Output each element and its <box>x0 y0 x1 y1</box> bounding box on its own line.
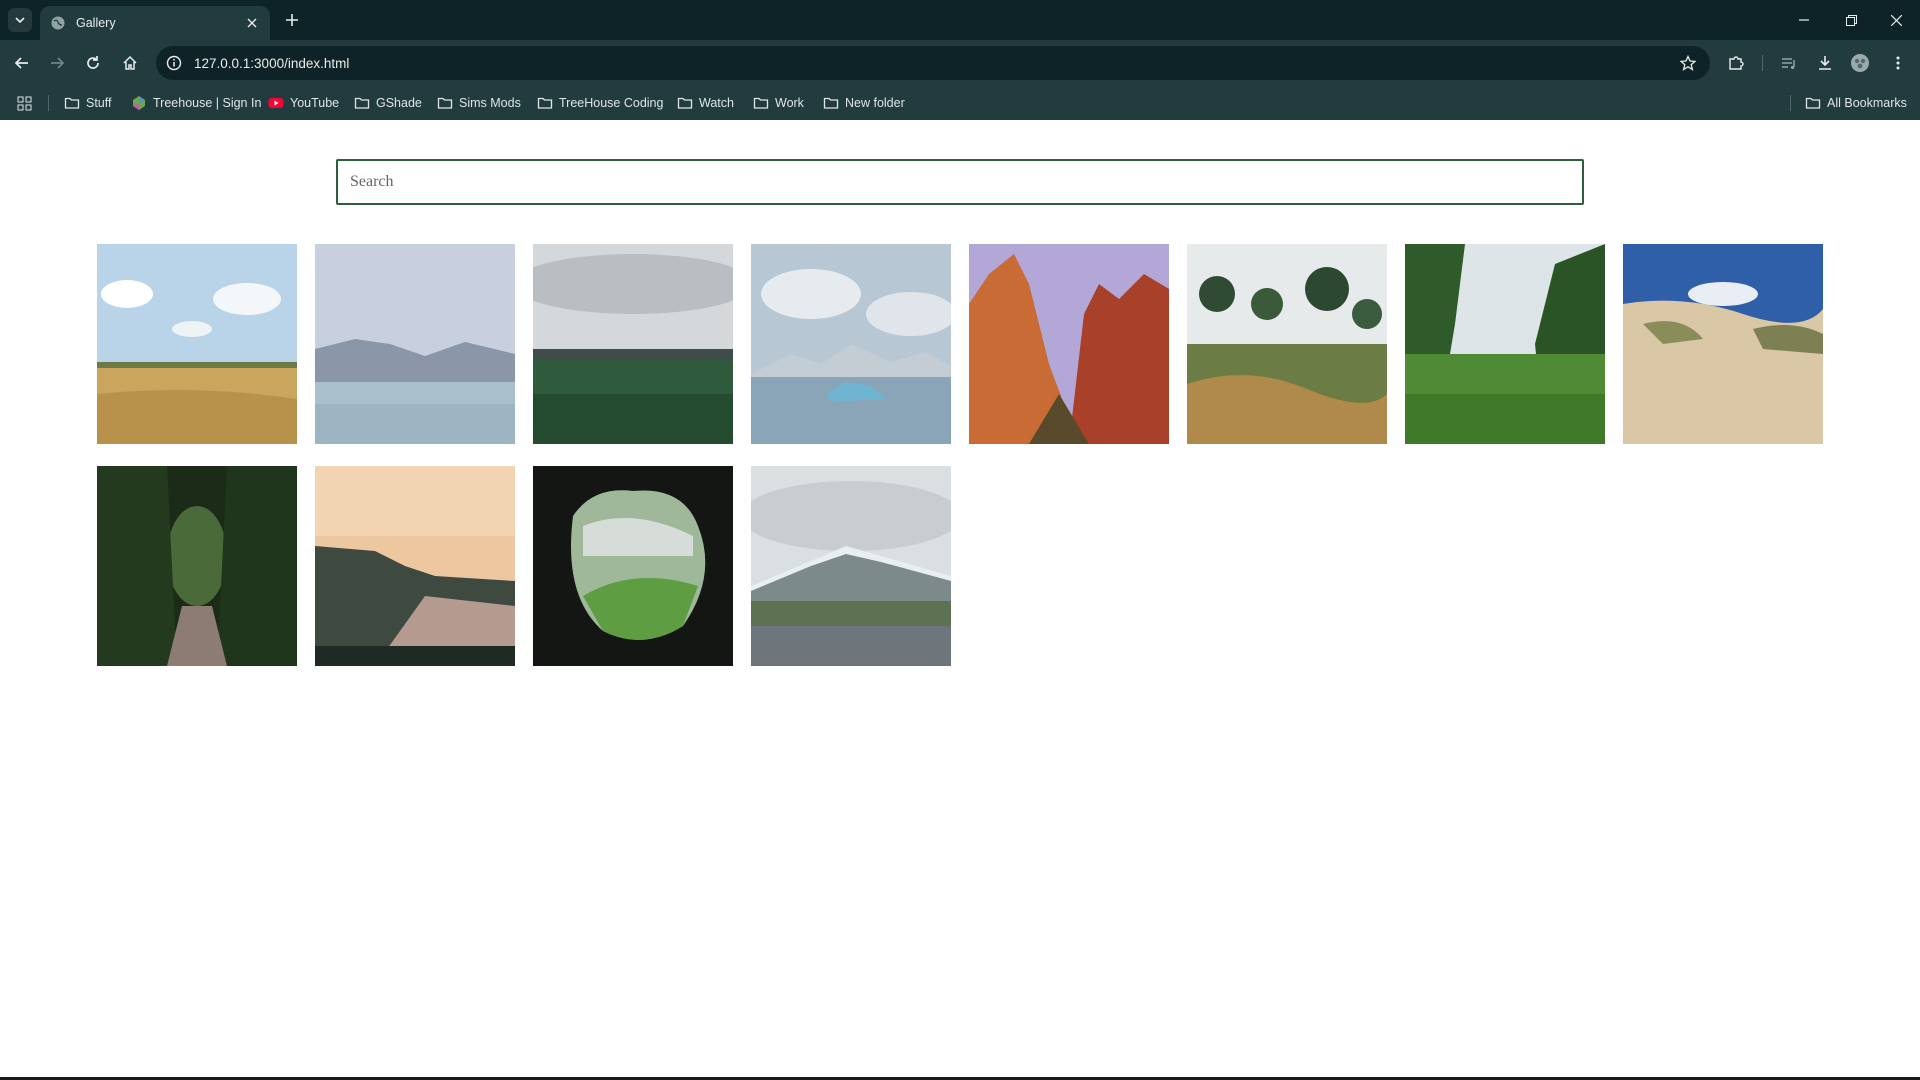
bookmarks-bar: Stuff Treehouse | Sign In YouTube GShade… <box>0 86 1920 120</box>
bookmark-treehouse[interactable]: Treehouse | Sign In <box>131 93 261 113</box>
gallery-photo[interactable] <box>1623 244 1823 444</box>
folder-icon <box>354 95 370 111</box>
tab-strip: Gallery <box>0 0 1920 40</box>
avatar-icon <box>1851 54 1869 72</box>
apps-grid-icon <box>17 96 32 110</box>
reload-button[interactable] <box>81 51 105 75</box>
search-input[interactable] <box>336 159 1584 205</box>
minimize-icon <box>1799 19 1809 21</box>
folder-icon <box>64 95 80 111</box>
treehouse-favicon-icon <box>131 95 147 111</box>
gallery-photo[interactable] <box>97 244 297 444</box>
gallery-photo[interactable] <box>751 244 951 444</box>
browser-toolbar: 127.0.0.1:3000/index.html <box>0 40 1920 86</box>
forward-button[interactable] <box>45 51 69 75</box>
url-text[interactable]: 127.0.0.1:3000/index.html <box>194 56 349 71</box>
bookmark-label: Treehouse | Sign In <box>153 96 262 110</box>
plus-icon <box>286 14 298 26</box>
download-icon <box>1819 56 1831 70</box>
folder-icon <box>437 95 453 111</box>
bookmark-stuff[interactable]: Stuff <box>64 93 111 113</box>
bookmark-youtube[interactable]: YouTube <box>268 93 339 113</box>
gallery-photo[interactable] <box>97 466 297 666</box>
new-tab-button[interactable] <box>281 9 303 31</box>
search-container <box>336 159 1584 205</box>
bookmark-treehouse-coding[interactable]: TreeHouse Coding <box>537 93 663 113</box>
folder-icon <box>1805 95 1821 111</box>
globe-icon <box>50 15 66 31</box>
minimize-button[interactable] <box>1792 8 1816 32</box>
gallery-photo[interactable] <box>751 466 951 666</box>
more-vertical-icon <box>1896 56 1900 70</box>
extensions-button[interactable] <box>1724 51 1748 75</box>
active-tab[interactable]: Gallery <box>40 6 270 40</box>
bookmark-sims-mods[interactable]: Sims Mods <box>437 93 521 113</box>
address-bar[interactable]: 127.0.0.1:3000/index.html <box>156 46 1710 80</box>
bookmark-label: GShade <box>376 96 422 110</box>
home-button[interactable] <box>118 51 142 75</box>
bookmark-label: TreeHouse Coding <box>559 96 664 110</box>
all-bookmarks-button[interactable]: All Bookmarks <box>1805 93 1907 113</box>
bookmark-gshade[interactable]: GShade <box>354 93 422 113</box>
bookmark-new-folder[interactable]: New folder <box>823 93 905 113</box>
chevron-down-icon <box>15 17 25 24</box>
youtube-icon <box>268 95 284 111</box>
gallery-page <box>0 120 1920 1080</box>
gallery-photo[interactable] <box>969 244 1169 444</box>
bookmark-star-icon[interactable] <box>1680 55 1696 71</box>
bookmark-label: Watch <box>699 96 734 110</box>
gallery-photo[interactable] <box>315 466 515 666</box>
all-bookmarks-label: All Bookmarks <box>1827 96 1907 110</box>
bookmark-label: Sims Mods <box>459 96 521 110</box>
media-list-icon <box>1782 58 1795 70</box>
bookmark-watch[interactable]: Watch <box>677 93 734 113</box>
bookmark-label: Work <box>775 96 804 110</box>
gallery-photo[interactable] <box>315 244 515 444</box>
reload-icon <box>87 56 99 69</box>
menu-button[interactable] <box>1886 51 1910 75</box>
tab-title: Gallery <box>76 16 116 30</box>
bookmark-label: Stuff <box>86 96 112 110</box>
gallery-photo[interactable] <box>1187 244 1387 444</box>
close-tab-icon[interactable] <box>244 15 260 31</box>
home-icon <box>123 55 137 70</box>
gallery-photo[interactable] <box>533 244 733 444</box>
folder-icon <box>677 95 693 111</box>
bookmark-label: New folder <box>845 96 905 110</box>
arrow-right-icon <box>51 57 65 69</box>
arrow-left-icon <box>14 57 28 69</box>
folder-icon <box>537 95 553 111</box>
gallery-photo[interactable] <box>1405 244 1605 444</box>
tab-search-button[interactable] <box>8 8 32 32</box>
bookmark-label: YouTube <box>290 96 340 110</box>
close-window-button[interactable] <box>1884 8 1908 32</box>
close-icon <box>1890 14 1902 26</box>
site-info-icon[interactable] <box>166 55 182 71</box>
restore-icon <box>1845 14 1857 26</box>
folder-icon <box>753 95 769 111</box>
gallery-photo[interactable] <box>533 466 733 666</box>
puzzle-icon <box>1729 56 1744 70</box>
restore-button[interactable] <box>1839 8 1863 32</box>
reading-list-button[interactable] <box>1777 51 1801 75</box>
profile-button[interactable] <box>1848 51 1872 75</box>
downloads-button[interactable] <box>1813 51 1837 75</box>
folder-icon <box>823 95 839 111</box>
apps-button[interactable] <box>17 93 32 113</box>
back-button[interactable] <box>10 51 34 75</box>
bookmark-work[interactable]: Work <box>753 93 804 113</box>
